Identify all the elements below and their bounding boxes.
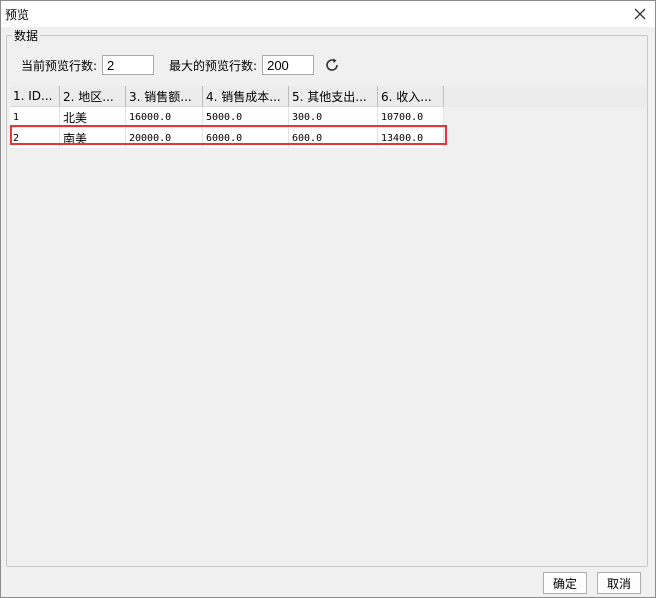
cancel-button[interactable]: 取消	[597, 572, 641, 594]
table-cell[interactable]: 20000.0	[125, 127, 203, 149]
column-header[interactable]: 3. 销售额...	[125, 86, 203, 107]
group-legend: 数据	[12, 27, 41, 44]
preview-controls: 当前预览行数: 最大的预览行数:	[21, 54, 342, 76]
column-header-label: 5. 其他支出...	[292, 89, 367, 104]
max-rows-field[interactable]	[262, 55, 315, 75]
table-cell[interactable]: 5000.0	[202, 106, 289, 128]
table-cell[interactable]: 6000.0	[202, 127, 289, 149]
column-header-label: 4. 销售成本...	[206, 89, 281, 104]
close-button[interactable]	[629, 3, 651, 25]
table-cell[interactable]: 16000.0	[125, 106, 203, 128]
max-rows-label: 最大的预览行数:	[169, 58, 258, 73]
close-icon	[634, 8, 646, 20]
dialog-title: 预览	[5, 8, 30, 22]
ok-button[interactable]: 确定	[543, 572, 587, 594]
column-header[interactable]: 1. ID...	[10, 86, 60, 107]
refresh-button[interactable]	[322, 55, 342, 75]
column-header[interactable]: 5. 其他支出...	[288, 86, 378, 107]
table-cell[interactable]: 10700.0	[377, 106, 444, 128]
table-cell[interactable]: 2	[10, 127, 60, 149]
table-cell[interactable]: 南美	[59, 127, 126, 149]
current-rows-field[interactable]	[102, 55, 155, 75]
column-header-label: 1. ID...	[13, 89, 53, 103]
table-row[interactable]: 2 南美 20000.0 6000.0 600.0 13400.0	[10, 127, 444, 149]
table-cell[interactable]: 13400.0	[377, 127, 444, 149]
data-grid: 1. ID... 2. 地区... 3. 销售额... 4. 销售成本... 5. 其他…	[10, 86, 444, 149]
refresh-icon	[326, 58, 338, 71]
title-bar: 预览	[1, 1, 655, 27]
column-header-label: 3. 销售额...	[129, 89, 192, 104]
column-header[interactable]: 6. 收入...	[377, 86, 444, 107]
table-cell[interactable]: 1	[10, 106, 60, 128]
table-cell[interactable]: 300.0	[288, 106, 378, 128]
table-cell[interactable]: 600.0	[288, 127, 378, 149]
column-header-label: 6. 收入...	[381, 89, 432, 104]
data-grid-area: 1. ID... 2. 地区... 3. 销售额... 4. 销售成本... 5. 其他…	[10, 86, 646, 563]
grid-header-row: 1. ID... 2. 地区... 3. 销售额... 4. 销售成本... 5. 其他…	[10, 86, 444, 107]
table-cell[interactable]: 北美	[59, 106, 126, 128]
column-header[interactable]: 2. 地区...	[59, 86, 126, 107]
column-header-label: 2. 地区...	[63, 89, 114, 104]
current-rows-label: 当前预览行数:	[21, 58, 98, 73]
table-row[interactable]: 1 北美 16000.0 5000.0 300.0 10700.0	[10, 106, 444, 128]
column-header[interactable]: 4. 销售成本...	[202, 86, 289, 107]
